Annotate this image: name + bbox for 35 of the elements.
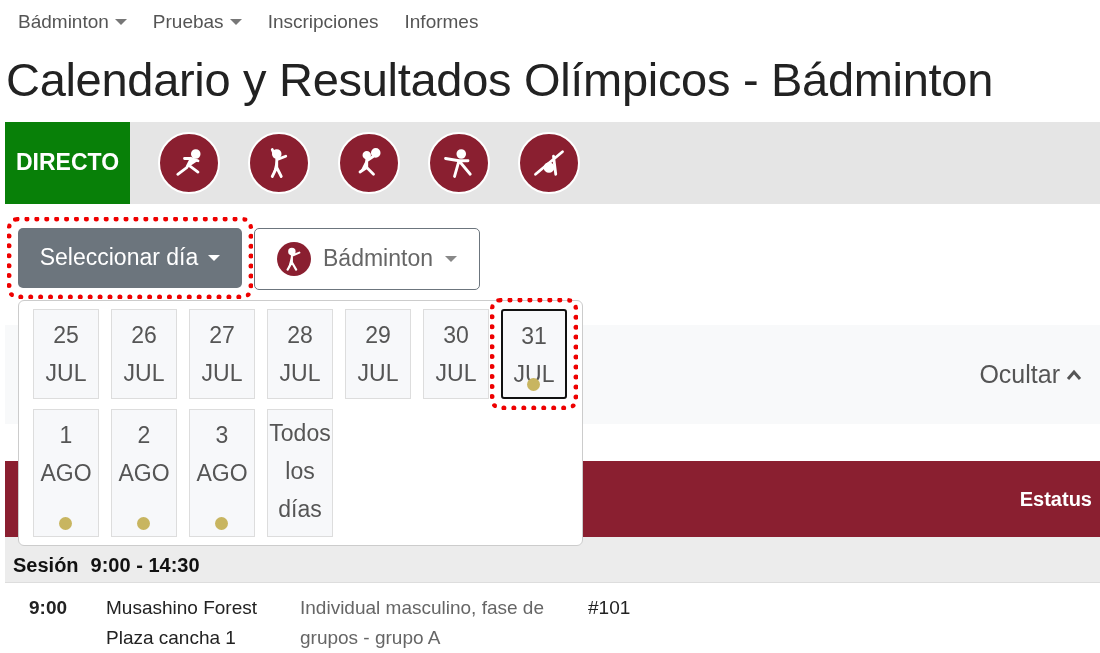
page-title: Calendario y Resultados Olímpicos - Bádminton bbox=[6, 51, 995, 108]
event-cell-text: Individual masculino, fase de grupos - grupo A bbox=[300, 596, 545, 650]
all-days-option[interactable]: Todos los días bbox=[267, 408, 333, 537]
event-dot bbox=[59, 516, 72, 530]
event-dot bbox=[137, 516, 150, 530]
session-time: 9:00 - 14:30 bbox=[90, 554, 200, 578]
column-header: Estatus bbox=[1019, 487, 1092, 511]
caret-icon bbox=[208, 254, 221, 261]
sport-select-button[interactable]: Bádminton bbox=[254, 227, 480, 290]
day-option[interactable]: 30 JUL bbox=[423, 308, 489, 399]
day-option[interactable]: 1 AGO bbox=[33, 408, 99, 537]
caret-icon bbox=[114, 18, 127, 25]
hide-toggle[interactable]: Ocultar bbox=[973, 359, 1088, 391]
day-option[interactable]: 29 JUL bbox=[345, 308, 411, 399]
day-option[interactable]: 27 JUL bbox=[189, 308, 255, 399]
select-day-button[interactable]: Seleccionar día bbox=[18, 227, 242, 288]
caret-icon bbox=[229, 18, 242, 25]
time-cell-text: 9:00 bbox=[28, 596, 69, 620]
venue-cell-text: Musashino Forest Plaza cancha 1 bbox=[106, 596, 258, 650]
nav-link[interactable]: Inscripciones bbox=[267, 10, 379, 33]
event-dot bbox=[215, 516, 228, 530]
match-cell-text: #101 bbox=[588, 596, 632, 620]
chevron-up-icon bbox=[1066, 368, 1082, 381]
badminton-player-icon bbox=[277, 241, 311, 276]
live-label[interactable]: DIRECTO bbox=[5, 121, 130, 204]
day-option[interactable]: 28 JUL bbox=[267, 308, 333, 399]
day-option[interactable]: 25 JUL bbox=[33, 308, 99, 399]
nav-link[interactable]: Bádminton bbox=[18, 10, 127, 33]
day-option[interactable]: 26 JUL bbox=[111, 308, 177, 399]
nav-link[interactable]: Informes bbox=[404, 10, 479, 33]
caret-icon bbox=[445, 255, 457, 262]
session-label: Sesión bbox=[13, 554, 79, 578]
nav-link[interactable]: Pruebas bbox=[152, 10, 242, 33]
day-option[interactable]: 2 AGO bbox=[111, 408, 177, 537]
day-option[interactable]: 3 AGO bbox=[189, 408, 255, 537]
